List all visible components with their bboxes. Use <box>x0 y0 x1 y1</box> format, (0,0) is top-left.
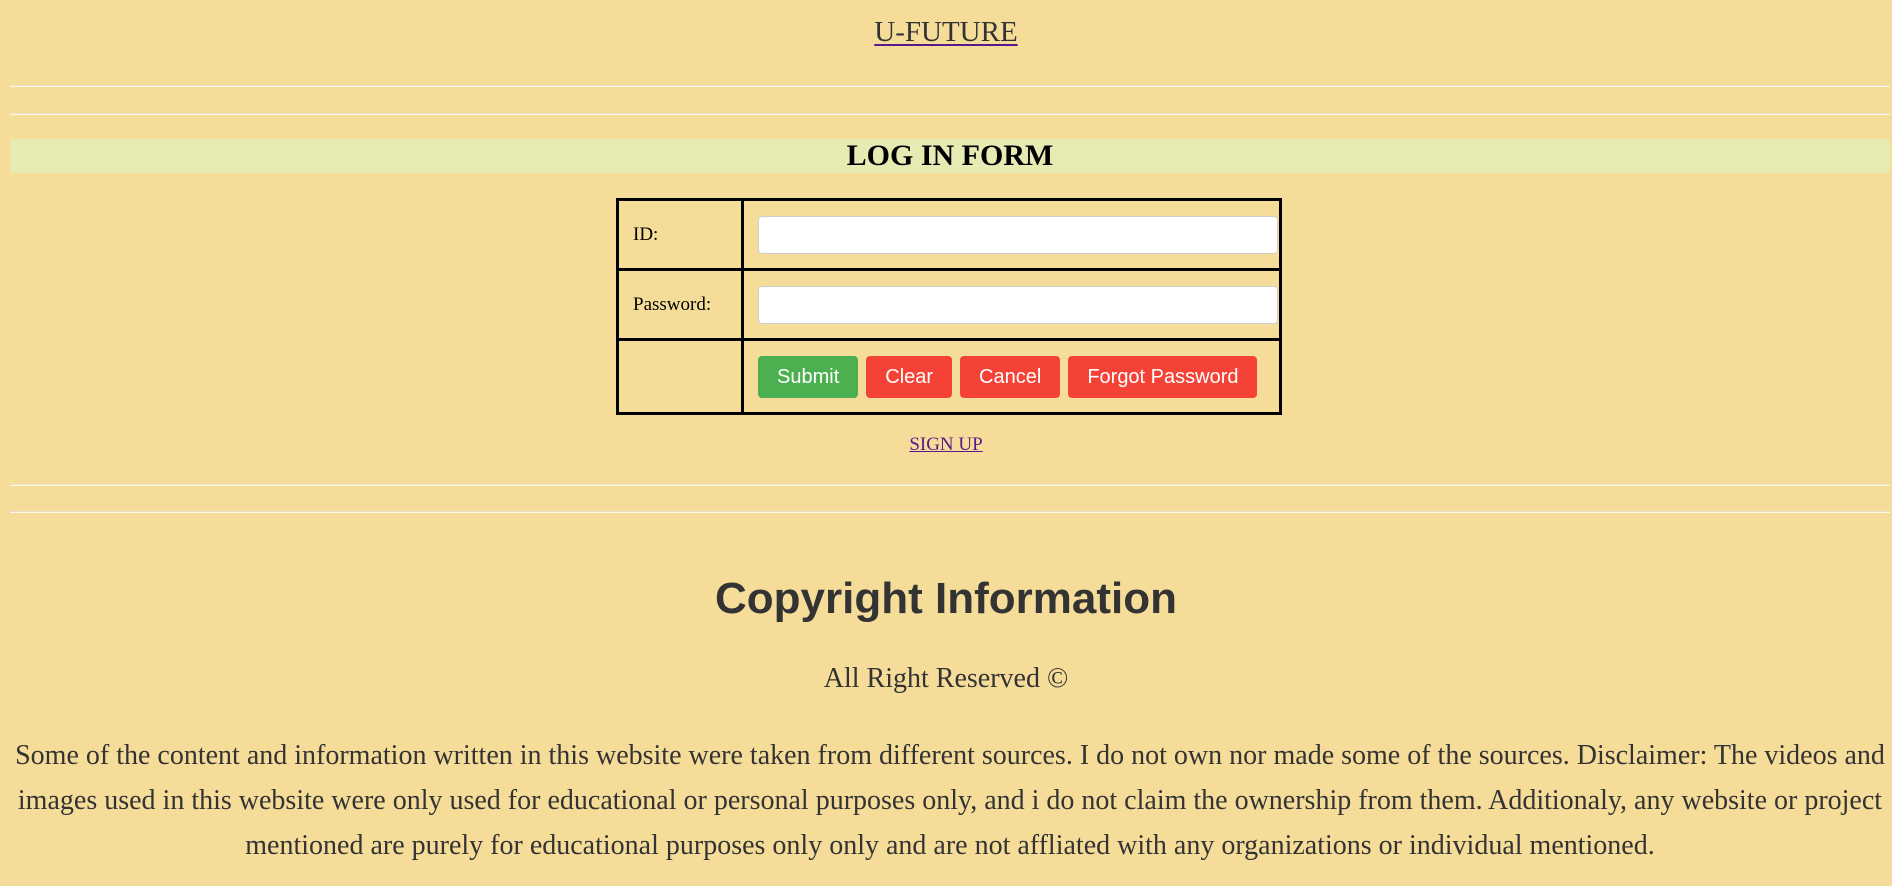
password-input[interactable] <box>758 285 1278 324</box>
signup-link[interactable]: SIGN UP <box>909 434 982 455</box>
id-input[interactable] <box>758 215 1278 254</box>
password-label: Password: <box>616 268 744 341</box>
forgot-password-button[interactable]: Forgot Password <box>1068 355 1258 398</box>
button-cell: Submit Clear Cancel Forgot Password <box>741 338 1282 415</box>
submit-button[interactable]: Submit <box>758 355 859 398</box>
site-title: U-FUTURE <box>0 14 1892 50</box>
divider <box>10 113 1890 115</box>
login-form-heading: LOG IN FORM <box>10 139 1890 173</box>
signup-container: SIGN UP <box>0 433 1892 457</box>
password-input-cell <box>741 268 1282 341</box>
page: U-FUTURE LOG IN FORM ID: Password: Submi… <box>0 0 1892 886</box>
empty-label-cell <box>616 338 744 415</box>
site-title-link[interactable]: U-FUTURE <box>874 16 1017 48</box>
id-input-cell <box>741 198 1282 271</box>
cancel-button[interactable]: Cancel <box>960 355 1061 398</box>
id-label: ID: <box>616 198 744 271</box>
divider <box>10 511 1890 513</box>
rights-reserved: All Right Reserved © <box>823 663 1069 694</box>
divider <box>10 484 1890 486</box>
copyright-title: Copyright Information <box>715 574 1177 623</box>
login-form-table: ID: Password: Submit Clear Cancel Forgot Pa… <box>616 198 1282 415</box>
clear-button[interactable]: Clear <box>866 355 953 398</box>
divider <box>10 85 1890 87</box>
disclaimer-text: Some of the content and information writ… <box>15 740 1885 861</box>
